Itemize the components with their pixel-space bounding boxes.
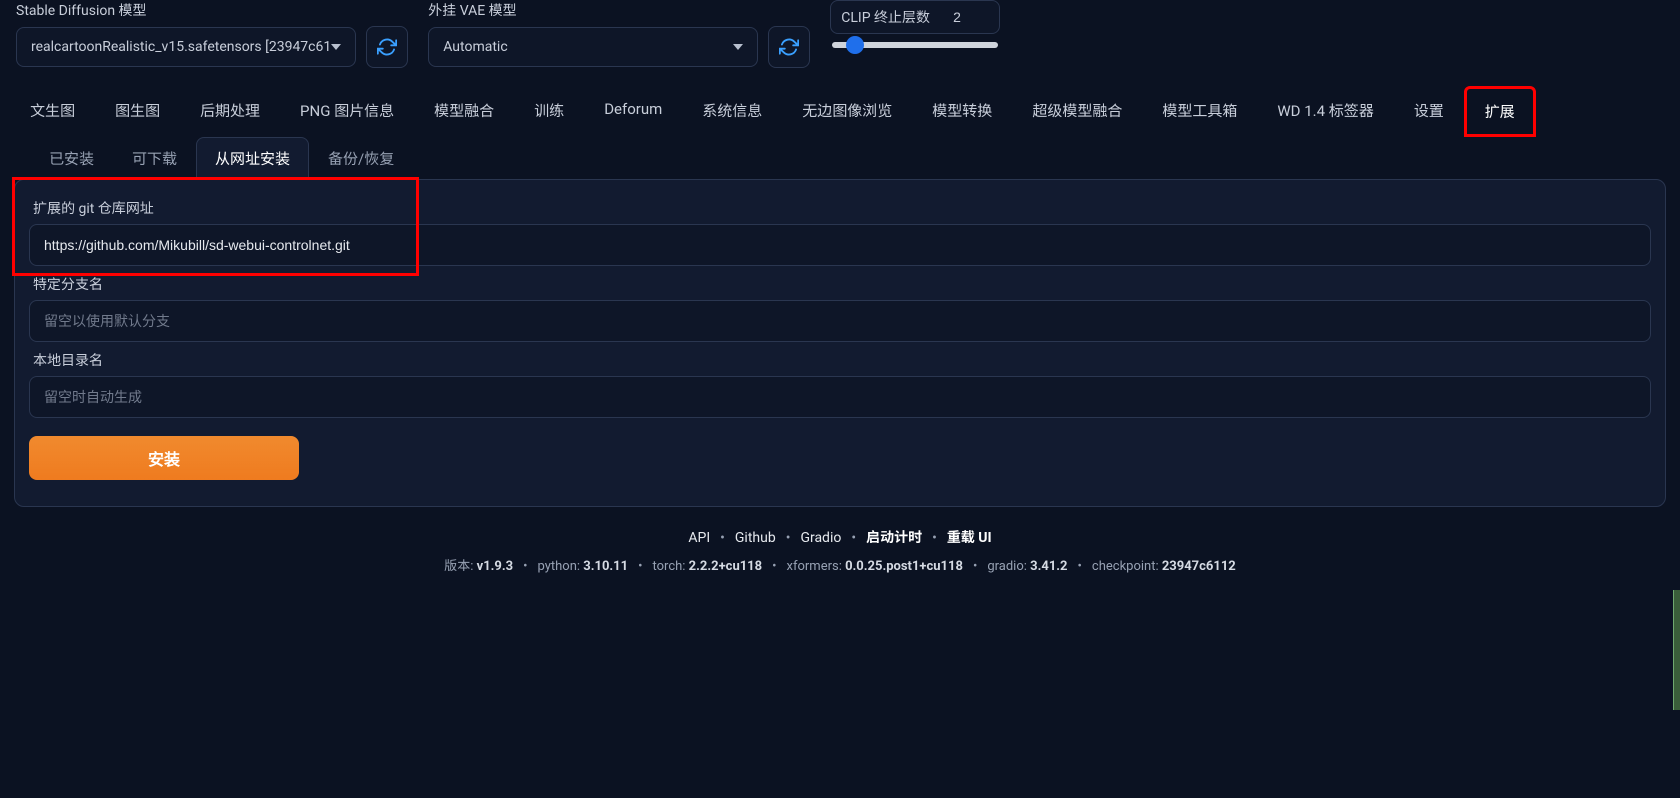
side-indicator bbox=[1673, 590, 1680, 710]
refresh-vae-button[interactable] bbox=[768, 26, 810, 68]
footer-meta-gradio: gradio: 3.41.2 bbox=[987, 559, 1067, 574]
footer-meta: 版本: v1.9.3•python: 3.10.11•torch: 2.2.2+… bbox=[0, 555, 1680, 574]
footer-meta-torch: torch: 2.2.2+cu118 bbox=[653, 559, 763, 574]
sd-model-label: Stable Diffusion 模型 bbox=[16, 0, 408, 20]
footer-meta-python: python: 3.10.11 bbox=[538, 559, 629, 574]
main-tab-1[interactable]: 图生图 bbox=[95, 86, 180, 137]
sub-tab-2[interactable]: 从网址安装 bbox=[196, 137, 309, 180]
footer-meta-xformers: xformers: 0.0.25.post1+cu118 bbox=[787, 559, 963, 574]
main-tab-13[interactable]: 设置 bbox=[1394, 86, 1464, 137]
sd-model-field: Stable Diffusion 模型 realcartoonRealistic… bbox=[16, 0, 408, 68]
top-controls: Stable Diffusion 模型 realcartoonRealistic… bbox=[0, 0, 1680, 68]
vae-select[interactable]: Automatic bbox=[428, 27, 758, 67]
footer: API•Github•Gradio•启动计时•重载 UI 版本: v1.9.3•… bbox=[0, 527, 1680, 574]
git-url-field: 扩展的 git 仓库网址 bbox=[29, 198, 1651, 266]
sd-model-select[interactable]: realcartoonRealistic_v15.safetensors [23… bbox=[16, 27, 356, 67]
main-tab-2[interactable]: 后期处理 bbox=[180, 86, 280, 137]
branch-field: 特定分支名 bbox=[29, 274, 1651, 342]
footer-link-github[interactable]: Github bbox=[735, 530, 776, 546]
sub-tabs: 已安装可下载从网址安装备份/恢复 bbox=[0, 137, 1680, 180]
clip-box: CLIP 终止层数 bbox=[830, 0, 1000, 34]
vae-value: Automatic bbox=[443, 39, 507, 55]
main-tab-5[interactable]: 训练 bbox=[514, 86, 584, 137]
main-tab-7[interactable]: 系统信息 bbox=[682, 86, 782, 137]
sd-model-value: realcartoonRealistic_v15.safetensors [23… bbox=[31, 39, 331, 55]
sub-tab-0[interactable]: 已安装 bbox=[30, 137, 113, 180]
main-tab-9[interactable]: 模型转换 bbox=[912, 86, 1012, 137]
vae-label: 外挂 VAE 模型 bbox=[428, 0, 810, 20]
sub-tab-3[interactable]: 备份/恢复 bbox=[309, 137, 413, 180]
sub-tab-1[interactable]: 可下载 bbox=[113, 137, 196, 180]
refresh-sd-model-button[interactable] bbox=[366, 26, 408, 68]
main-tab-12[interactable]: WD 1.4 标签器 bbox=[1257, 86, 1393, 137]
main-tab-11[interactable]: 模型工具箱 bbox=[1142, 86, 1257, 137]
git-url-input[interactable] bbox=[29, 224, 1651, 266]
footer-link-gradio[interactable]: Gradio bbox=[800, 530, 841, 546]
vae-row: Automatic bbox=[428, 26, 810, 68]
main-tab-6[interactable]: Deforum bbox=[584, 86, 682, 137]
footer-link-重载 ui[interactable]: 重载 UI bbox=[947, 530, 992, 546]
chevron-down-icon bbox=[331, 44, 341, 50]
clip-slider-wrap bbox=[830, 40, 1000, 50]
clip-slider[interactable] bbox=[832, 42, 998, 48]
main-tab-14[interactable]: 扩展 bbox=[1464, 86, 1536, 137]
branch-label: 特定分支名 bbox=[33, 274, 1647, 294]
branch-input[interactable] bbox=[29, 300, 1651, 342]
install-from-url-panel: 扩展的 git 仓库网址 特定分支名 本地目录名 安装 bbox=[14, 179, 1666, 507]
chevron-down-icon bbox=[733, 44, 743, 50]
footer-link-api[interactable]: API bbox=[688, 530, 710, 546]
local-dir-label: 本地目录名 bbox=[33, 350, 1647, 370]
footer-links: API•Github•Gradio•启动计时•重载 UI bbox=[0, 527, 1680, 547]
main-tab-8[interactable]: 无边图像浏览 bbox=[782, 86, 912, 137]
clip-value-input[interactable] bbox=[940, 8, 974, 26]
clip-field: CLIP 终止层数 bbox=[830, 0, 1000, 50]
sd-model-row: realcartoonRealistic_v15.safetensors [23… bbox=[16, 26, 408, 68]
footer-link-启动计时[interactable]: 启动计时 bbox=[866, 530, 922, 546]
main-tabs: 文生图图生图后期处理PNG 图片信息模型融合训练Deforum系统信息无边图像浏… bbox=[0, 86, 1680, 137]
vae-field: 外挂 VAE 模型 Automatic bbox=[428, 0, 810, 68]
main-tab-4[interactable]: 模型融合 bbox=[414, 86, 514, 137]
refresh-icon bbox=[779, 37, 799, 57]
local-dir-field: 本地目录名 bbox=[29, 350, 1651, 418]
local-dir-input[interactable] bbox=[29, 376, 1651, 418]
clip-label: CLIP 终止层数 bbox=[841, 7, 930, 27]
main-tab-0[interactable]: 文生图 bbox=[10, 86, 95, 137]
footer-meta-checkpoint: checkpoint: 23947c6112 bbox=[1092, 559, 1236, 574]
refresh-icon bbox=[377, 37, 397, 57]
footer-meta-版本: 版本: v1.9.3 bbox=[444, 559, 513, 574]
install-button[interactable]: 安装 bbox=[29, 436, 299, 480]
git-url-label: 扩展的 git 仓库网址 bbox=[33, 198, 1647, 218]
main-tab-10[interactable]: 超级模型融合 bbox=[1012, 86, 1142, 137]
main-tab-3[interactable]: PNG 图片信息 bbox=[280, 86, 414, 137]
